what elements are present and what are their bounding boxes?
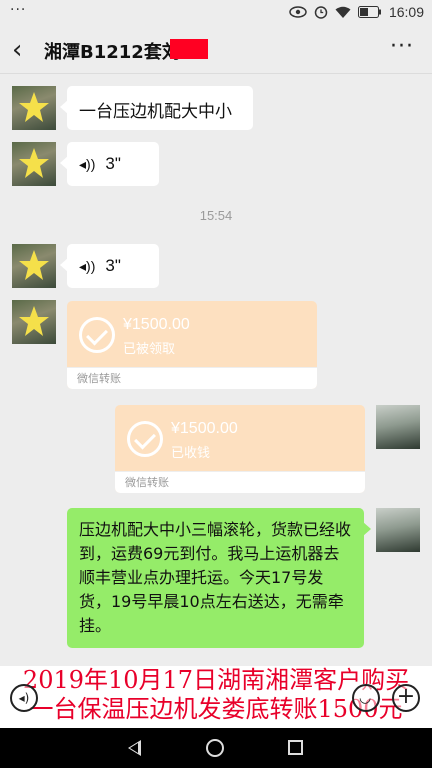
- message-bubble[interactable]: 压边机配大中小三幅滚轮，货款已经收到，运费69元到付。我马上运机器去顺丰营业点办…: [67, 508, 371, 648]
- transfer-amount: ¥1500.00: [171, 420, 238, 437]
- voice-duration: 3": [105, 256, 121, 275]
- eye-icon: [289, 6, 307, 18]
- timestamp: 15:54: [199, 208, 233, 223]
- chevron-left-icon[interactable]: ‹: [12, 36, 36, 64]
- transfer-card[interactable]: ¥1500.00 已被领取 微信转账: [67, 301, 317, 389]
- voice-wave-icon: ◂)): [79, 257, 96, 274]
- system-nav-bar: [0, 728, 432, 768]
- avatar[interactable]: [12, 142, 56, 186]
- nav-recent-apps-icon[interactable]: [288, 740, 303, 755]
- avatar[interactable]: [12, 244, 56, 288]
- status-icons: 16:09: [289, 4, 424, 20]
- voice-wave-icon: ◂)): [79, 155, 96, 172]
- voice-input-icon[interactable]: ◂): [10, 684, 38, 712]
- wifi-icon: [335, 6, 351, 18]
- transfer-status: 已被领取: [123, 342, 176, 357]
- message-text: 一台压边机配大中小: [79, 102, 232, 122]
- plus-icon[interactable]: +: [392, 684, 420, 712]
- avatar[interactable]: [12, 86, 56, 130]
- voice-message[interactable]: ◂)) 3": [60, 244, 159, 288]
- nav-home-icon[interactable]: [206, 739, 224, 757]
- voice-message[interactable]: ◂)) 3": [60, 142, 159, 186]
- chat-header: ‹ 湘潭B1212套刘 ···: [0, 26, 432, 74]
- redaction-block: [170, 39, 208, 59]
- message-bubble[interactable]: 一台压边机配大中小: [60, 86, 253, 130]
- check-circle-icon: [79, 317, 115, 353]
- avatar[interactable]: [12, 300, 56, 344]
- message-text: 压边机配大中小三幅滚轮，货款已经收到，运费69元到付。我马上运机器去顺丰营业点办…: [79, 520, 352, 635]
- transfer-amount: ¥1500.00: [123, 316, 190, 333]
- status-bar: ··· 16:09: [0, 0, 432, 26]
- voice-duration: 3": [105, 154, 121, 173]
- avatar[interactable]: [376, 508, 420, 552]
- transfer-card[interactable]: ¥1500.00 已收钱 微信转账: [115, 405, 365, 493]
- clock: 16:09: [388, 4, 424, 20]
- battery-icon: [357, 6, 381, 18]
- transfer-footer: 微信转账: [115, 471, 365, 493]
- nav-back-icon[interactable]: [128, 740, 141, 756]
- transfer-status: 已收钱: [171, 446, 211, 461]
- emoji-icon[interactable]: [352, 684, 380, 712]
- more-dots-icon[interactable]: ···: [390, 34, 414, 59]
- avatar[interactable]: [376, 405, 420, 449]
- chat-title: 湘潭B1212套刘: [44, 42, 180, 63]
- notification-dots-icon: ···: [10, 2, 27, 18]
- transfer-footer: 微信转账: [67, 367, 317, 389]
- check-circle-icon: [127, 421, 163, 457]
- alarm-icon: [314, 6, 328, 19]
